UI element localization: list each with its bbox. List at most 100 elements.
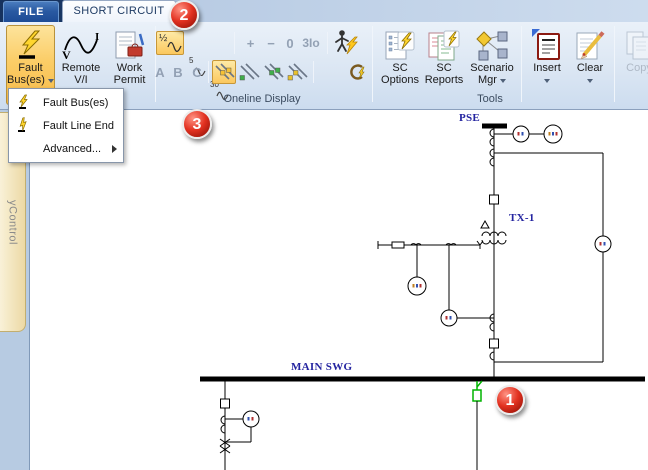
sc-options-button[interactable]: SC Options [378, 25, 422, 105]
scenario-manager-icon [475, 26, 509, 62]
sc-reports-label-1: SC [436, 62, 451, 74]
work-permit-label-1: Work [117, 62, 142, 74]
callout-2: 2 [169, 0, 199, 30]
right-feeder [494, 153, 611, 362]
pse-bus-label: PSE [459, 112, 480, 124]
wave-icon [167, 41, 182, 52]
insert-label: Insert [533, 62, 561, 74]
scenario-manager-label-2: Mgr [478, 74, 506, 86]
submenu-arrow-icon [112, 145, 117, 153]
remote-vi-label-2: V/I [74, 74, 87, 86]
transformer-label: TX-1 [509, 212, 535, 224]
comment-bolt-button[interactable] [345, 60, 369, 84]
clear-icon [574, 26, 606, 62]
menu-item-label: Advanced... [43, 143, 101, 155]
fault-dropdown-menu: Fault Bus(es) Fault Line End Advanced... [8, 88, 124, 163]
main-swg-bus-label: MAIN SWG [291, 361, 352, 373]
copy-label: Copy [626, 62, 648, 74]
dropdown-arrow-icon [587, 79, 593, 83]
clear-label: Clear [577, 62, 603, 74]
insert-icon [531, 26, 563, 62]
fault-line-end-bolt-icon [16, 117, 32, 133]
menu-item-label: Fault Bus(es) [43, 97, 108, 109]
copy-icon [624, 26, 648, 62]
work-permit-label-2: Permit [114, 74, 146, 86]
dropdown-arrow-icon [544, 79, 550, 83]
group-separator [372, 26, 373, 102]
half-cycle-button[interactable]: ½ [156, 31, 184, 55]
side-tab-label: yControl [7, 200, 19, 245]
c-bolt-icon [347, 62, 367, 82]
clear-button[interactable]: Clear [569, 25, 611, 105]
three-io-button[interactable]: 3Io [299, 31, 323, 55]
oneline-view-icon [238, 62, 260, 82]
oneline-diagram-svg [30, 110, 648, 470]
callout-1: 1 [495, 385, 525, 415]
left-branch [378, 241, 494, 326]
work-permit-icon [113, 26, 147, 62]
relay-symbol [243, 411, 259, 427]
fault-buses-label-1: Fault [18, 62, 42, 74]
oneline-view-icon [213, 62, 235, 82]
relay-symbol [544, 125, 562, 143]
oneline-view-1-button[interactable] [212, 60, 236, 84]
sine-wave-vi-icon: V I [60, 26, 102, 62]
sc-reports-label-2: Reports [425, 74, 464, 86]
sc-options-label-1: SC [392, 62, 407, 74]
dropdown-arrow-icon [500, 79, 506, 83]
copy-button[interactable]: Copy [618, 25, 648, 105]
fault-marker [473, 381, 482, 401]
group-separator [521, 26, 522, 102]
group-separator [614, 26, 615, 102]
sc-reports-icon [427, 26, 461, 62]
application-window: FILE SHORT CIRCUIT Fault Bus(es) V I Rem… [0, 0, 648, 470]
lower-left-feeder [220, 381, 259, 470]
tab-short-circuit[interactable]: SHORT CIRCUIT [62, 0, 176, 22]
menu-item-fault-buses[interactable]: Fault Bus(es) [9, 91, 123, 114]
menu-item-fault-line-end[interactable]: Fault Line End [9, 114, 123, 137]
relay-symbol [595, 236, 611, 252]
mini-separator [208, 61, 209, 83]
oneline-view-icon [286, 62, 308, 82]
oneline-view-2-button[interactable] [237, 60, 261, 84]
breaker-symbol [490, 339, 499, 348]
mini-separator [327, 32, 328, 54]
minus-button[interactable]: − [261, 31, 281, 55]
oneline-view-icon [262, 62, 284, 82]
phase-a-button[interactable]: A [152, 60, 168, 84]
relay-symbol [441, 310, 457, 326]
breaker-symbol [490, 195, 499, 204]
sc-options-label-2: Options [381, 74, 419, 86]
fuse-symbol [392, 242, 404, 248]
callout-3: 3 [182, 109, 212, 139]
oneline-view-4-button[interactable] [285, 60, 309, 84]
mini-separator [234, 32, 235, 54]
tab-file[interactable]: FILE [3, 1, 59, 22]
phase-b-button[interactable]: B [170, 60, 186, 84]
menu-item-label: Fault Line End [43, 120, 114, 132]
breaker-symbol [221, 399, 230, 408]
dropdown-arrow-icon [48, 79, 54, 83]
relay-symbol [513, 126, 529, 142]
arc-flash-person-icon [333, 29, 358, 55]
plus-button[interactable]: + [240, 31, 261, 55]
menu-item-advanced[interactable]: Advanced... [9, 137, 123, 160]
svg-text:I: I [95, 31, 99, 43]
transformer-symbol [477, 221, 506, 249]
oneline-canvas[interactable] [30, 110, 648, 470]
phase-c-button[interactable]: C [189, 60, 205, 84]
oneline-display-group-label: Oneline Display [158, 93, 366, 105]
remote-vi-label-1: Remote [62, 62, 101, 74]
sc-options-icon [384, 26, 416, 62]
half-cycle-label: ½ [159, 33, 167, 44]
scenario-manager-label-1: Scenario [470, 62, 513, 74]
fault-bolt-icon [14, 26, 48, 62]
svg-text:V: V [62, 48, 71, 62]
mini-separator [313, 61, 314, 83]
zero-sequence-button[interactable]: 0 [281, 31, 299, 55]
ribbon-tab-strip: FILE SHORT CIRCUIT [0, 0, 648, 22]
arc-flash-button[interactable] [332, 30, 359, 54]
tools-group-label: Tools [455, 93, 525, 105]
insert-button[interactable]: Insert [526, 25, 568, 105]
oneline-view-3-button[interactable] [261, 60, 285, 84]
